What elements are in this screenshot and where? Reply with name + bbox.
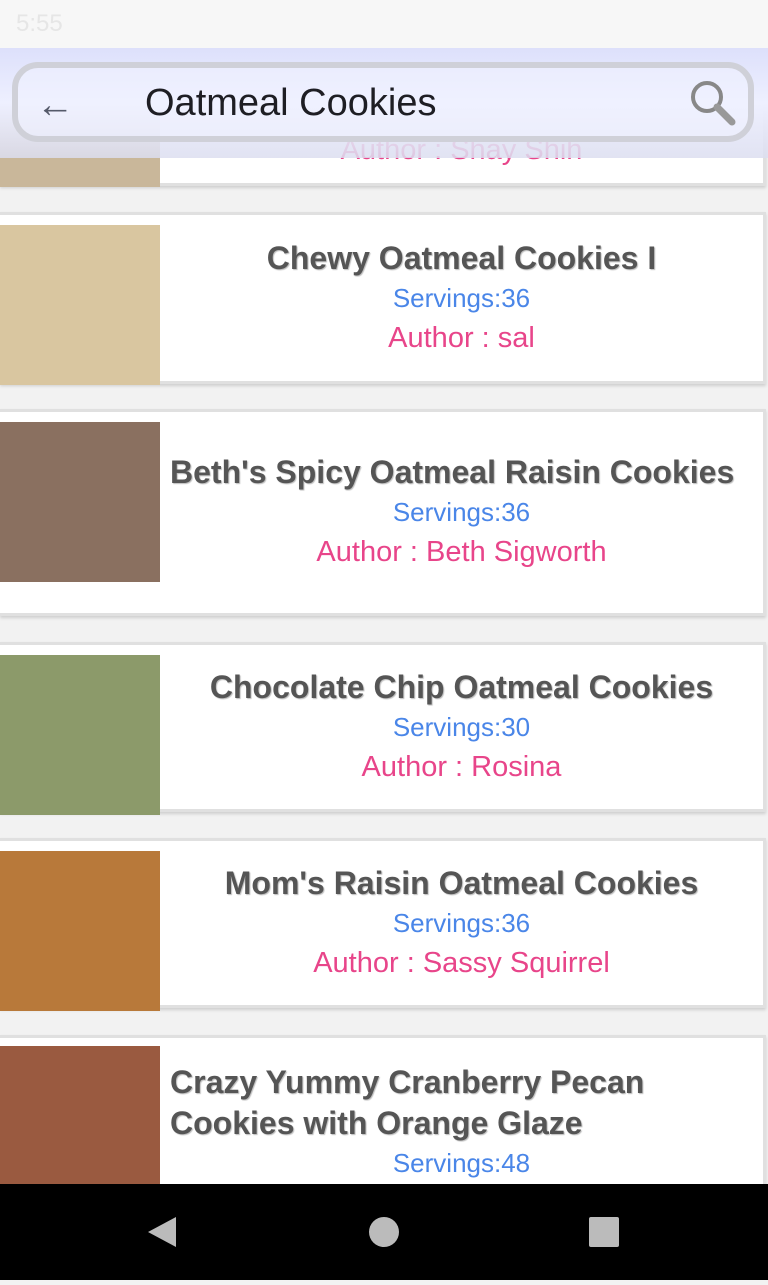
recipe-title: Beth's Spicy Oatmeal Raisin Cookies (170, 454, 735, 490)
status-time: 5:55 (16, 10, 63, 37)
recents-nav-icon[interactable] (589, 1217, 619, 1247)
recipe-servings: Servings:36 (392, 282, 531, 313)
recipe-title: Mom's Raisin Oatmeal Cookies (224, 864, 699, 901)
recipe-author: Author : Beth Sigworth (316, 536, 607, 568)
home-nav-icon[interactable] (369, 1217, 399, 1247)
recipe-author: Author : Rosina (361, 750, 562, 783)
back-arrow-icon[interactable]: ← (36, 84, 74, 127)
recipe-servings: Servings:36 (392, 497, 531, 527)
status-bar: 5:55 (0, 0, 768, 48)
recipe-image (0, 851, 160, 1011)
recipe-title: Crazy Yummy Cranberry Pecan Cookies with… (170, 1064, 645, 1141)
recipe-image (0, 1046, 160, 1184)
recipe-card[interactable]: Mom's Raisin Oatmeal Cookies Servings:36 A… (0, 838, 766, 1011)
recipe-author: Author : Sassy Squirrel (313, 946, 610, 979)
recipe-title: Chewy Oatmeal Cookies I (266, 239, 657, 276)
recipe-author: Author : sal (388, 321, 535, 354)
recipe-card[interactable]: Chewy Oatmeal Cookies I Servings:36 Author… (0, 212, 766, 385)
recipe-image (0, 422, 160, 582)
recipe-servings: Servings:36 (392, 907, 531, 938)
recipe-servings: Servings:48 (392, 1148, 531, 1178)
recipe-card[interactable]: Crazy Yummy Cranberry Pecan Cookies with… (0, 1035, 766, 1184)
recipe-image (0, 655, 160, 815)
search-icon[interactable] (688, 78, 738, 128)
recipe-title: Chocolate Chip Oatmeal Cookies (209, 668, 714, 705)
search-bar: ← Oatmeal Cookies (0, 48, 768, 158)
recipe-card[interactable]: Chocolate Chip Oatmeal Cookies Servings:3… (0, 642, 766, 815)
recipe-list[interactable]: Author : Shay Shih Chewy Oatmeal Cookies… (0, 0, 768, 1184)
recipe-servings: Servings:30 (392, 711, 531, 742)
navigation-bar (0, 1184, 768, 1280)
recipe-image (0, 225, 160, 385)
back-nav-icon[interactable] (148, 1217, 176, 1247)
search-input[interactable]: Oatmeal Cookies (145, 82, 436, 125)
recipe-card[interactable]: Beth's Spicy Oatmeal Raisin Cookies Servi… (0, 409, 766, 616)
